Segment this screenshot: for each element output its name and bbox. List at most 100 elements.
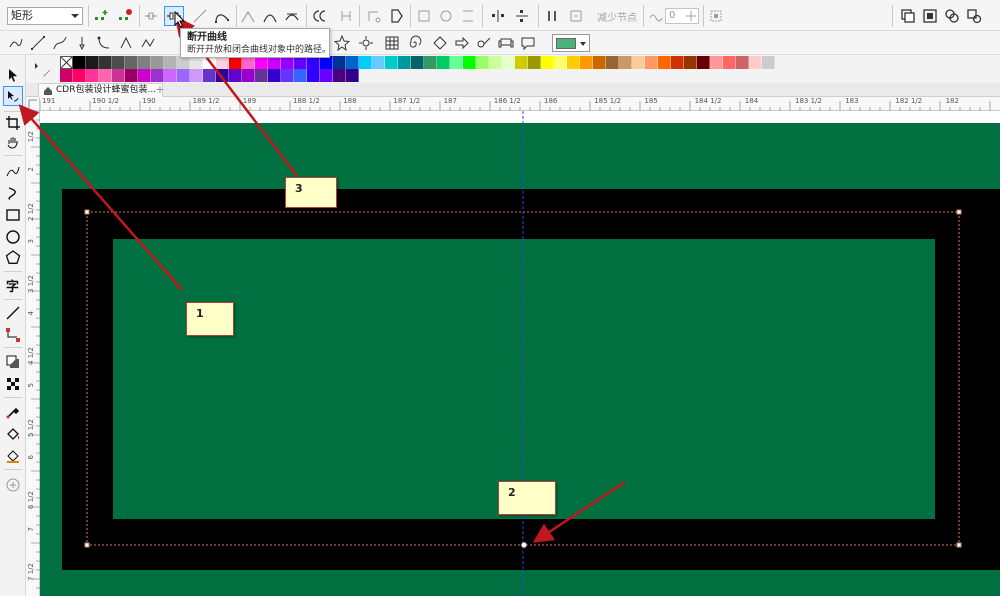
color-swatch[interactable] bbox=[658, 56, 671, 69]
color-swatch[interactable] bbox=[229, 69, 242, 82]
color-swatch[interactable] bbox=[125, 69, 138, 82]
quick-customize-button[interactable] bbox=[3, 475, 23, 495]
fill-color-picker[interactable] bbox=[552, 34, 590, 52]
interactive-fill-tool[interactable] bbox=[3, 424, 23, 444]
color-swatch[interactable] bbox=[580, 56, 593, 69]
color-swatch[interactable] bbox=[268, 69, 281, 82]
to-line-button[interactable] bbox=[190, 6, 210, 26]
object-type-dropdown[interactable]: 矩形 bbox=[7, 7, 83, 25]
color-swatch[interactable] bbox=[216, 69, 229, 82]
smooth-node-button[interactable] bbox=[260, 6, 280, 26]
color-swatch[interactable] bbox=[307, 69, 320, 82]
freehand-tool[interactable] bbox=[3, 161, 23, 181]
shape-tool[interactable] bbox=[3, 86, 23, 106]
color-swatch[interactable] bbox=[346, 69, 359, 82]
color-swatch[interactable] bbox=[684, 56, 697, 69]
align-nodes-button[interactable] bbox=[458, 6, 478, 26]
complex-star-button[interactable] bbox=[356, 33, 376, 53]
pen-tool-button[interactable] bbox=[94, 33, 114, 53]
color-swatch[interactable] bbox=[385, 56, 398, 69]
color-swatch[interactable] bbox=[203, 69, 216, 82]
join-nodes-button[interactable] bbox=[141, 6, 161, 26]
color-swatch[interactable] bbox=[476, 56, 489, 69]
extract-subpath-button[interactable] bbox=[566, 6, 586, 26]
color-swatch[interactable] bbox=[645, 56, 658, 69]
color-swatch[interactable] bbox=[723, 56, 736, 69]
vertical-reflect-nodes-button[interactable] bbox=[512, 6, 532, 26]
color-swatch[interactable] bbox=[554, 56, 567, 69]
color-swatch[interactable] bbox=[593, 56, 606, 69]
cusp-node-button[interactable] bbox=[238, 6, 258, 26]
delete-node-button[interactable] bbox=[116, 6, 136, 26]
symmetrical-node-button[interactable] bbox=[282, 6, 302, 26]
color-swatch[interactable] bbox=[450, 56, 463, 69]
color-swatch[interactable] bbox=[619, 56, 632, 69]
color-swatch[interactable] bbox=[190, 69, 203, 82]
star-tool-button[interactable] bbox=[332, 33, 352, 53]
color-swatch[interactable] bbox=[762, 56, 775, 69]
color-swatch[interactable] bbox=[671, 56, 684, 69]
weld-button[interactable] bbox=[898, 6, 918, 26]
reverse-direction-button[interactable] bbox=[310, 6, 330, 26]
color-swatch[interactable] bbox=[99, 56, 112, 69]
arrow-shapes-button[interactable] bbox=[452, 33, 472, 53]
color-swatch[interactable] bbox=[60, 69, 73, 82]
color-swatch[interactable] bbox=[346, 56, 359, 69]
basic-shapes-button[interactable] bbox=[430, 33, 450, 53]
transparency-tool[interactable] bbox=[3, 374, 23, 394]
smart-drawing-tool[interactable] bbox=[3, 183, 23, 203]
smart-fill-tool[interactable] bbox=[3, 446, 23, 466]
color-swatch[interactable] bbox=[697, 56, 710, 69]
select-all-nodes-button[interactable] bbox=[706, 6, 726, 26]
color-swatch[interactable] bbox=[151, 56, 164, 69]
ellipse-tool[interactable] bbox=[3, 227, 23, 247]
color-swatch[interactable] bbox=[242, 69, 255, 82]
artistic-media-button[interactable] bbox=[72, 33, 92, 53]
color-swatch[interactable] bbox=[112, 56, 125, 69]
color-swatch[interactable] bbox=[138, 56, 151, 69]
document-tab[interactable]: CDR包装设计蜂蜜包装... bbox=[38, 83, 164, 97]
pick-tool[interactable] bbox=[3, 65, 23, 85]
close-curve-button[interactable] bbox=[364, 6, 384, 26]
text-tool[interactable]: 字 bbox=[3, 276, 23, 296]
color-swatch[interactable] bbox=[86, 69, 99, 82]
color-swatch[interactable] bbox=[463, 56, 476, 69]
color-swatch[interactable] bbox=[164, 56, 177, 69]
increase-smoothness-button[interactable] bbox=[681, 6, 701, 26]
b-spline-button[interactable] bbox=[116, 33, 136, 53]
color-swatch[interactable] bbox=[333, 56, 346, 69]
polyline-button[interactable] bbox=[138, 33, 158, 53]
color-swatch[interactable] bbox=[73, 56, 86, 69]
no-color-swatch[interactable] bbox=[60, 56, 73, 69]
intersect-button[interactable] bbox=[942, 6, 962, 26]
elastic-mode-button[interactable] bbox=[542, 6, 562, 26]
color-swatch[interactable] bbox=[138, 69, 151, 82]
color-swatch[interactable] bbox=[528, 56, 541, 69]
color-swatch[interactable] bbox=[333, 69, 346, 82]
color-swatch[interactable] bbox=[424, 56, 437, 69]
color-swatch[interactable] bbox=[255, 69, 268, 82]
vertical-ruler[interactable]: 1/2 2 2 1/2 3 3 1/2 4 4 1/2 5 5 1/2 6 6 1/2 7 7 1/2 bbox=[26, 111, 40, 596]
flowchart-shapes-button[interactable] bbox=[474, 33, 494, 53]
callout-shapes-button[interactable] bbox=[518, 33, 538, 53]
freehand-tool-button[interactable] bbox=[6, 33, 26, 53]
color-swatch[interactable] bbox=[177, 69, 190, 82]
simplify-button[interactable] bbox=[964, 6, 984, 26]
connector-tool[interactable] bbox=[3, 325, 23, 345]
drop-shadow-tool[interactable] bbox=[3, 352, 23, 372]
color-swatch[interactable] bbox=[281, 69, 294, 82]
pan-tool[interactable] bbox=[3, 133, 23, 153]
stretch-nodes-button[interactable] bbox=[414, 6, 434, 26]
crop-tool[interactable] bbox=[3, 113, 23, 133]
bezier-tool-button[interactable] bbox=[50, 33, 70, 53]
color-swatch[interactable] bbox=[294, 69, 307, 82]
line-tool-button[interactable] bbox=[28, 33, 48, 53]
color-swatch[interactable] bbox=[398, 56, 411, 69]
to-curve-button[interactable] bbox=[212, 6, 232, 26]
color-swatch[interactable] bbox=[359, 56, 372, 69]
color-swatch[interactable] bbox=[502, 56, 515, 69]
graph-paper-button[interactable] bbox=[382, 33, 402, 53]
color-swatch[interactable] bbox=[151, 69, 164, 82]
add-node-button[interactable] bbox=[92, 6, 112, 26]
horizontal-reflect-nodes-button[interactable] bbox=[488, 6, 508, 26]
